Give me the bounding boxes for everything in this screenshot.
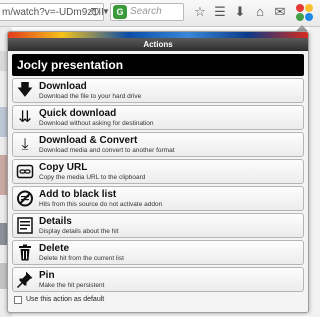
search-input[interactable]: G Search: [110, 3, 184, 21]
browser-toolbar: m/watch?v=-UDm9zTIP ↻ ▼ G Search ☆ ☰ ⬇ ⌂…: [0, 0, 320, 27]
details-icon: [16, 216, 34, 235]
reload-icon[interactable]: ↻: [88, 5, 102, 19]
action-description: Display details about the hit: [39, 228, 119, 235]
panel-header: Actions: [8, 38, 308, 51]
blacklist-icon: [16, 189, 34, 208]
search-placeholder: Search: [130, 6, 162, 17]
action-label: Download & Convert: [39, 135, 138, 146]
action-label: Add to black list: [39, 189, 117, 200]
action-label: Delete: [39, 243, 70, 254]
action-label: Quick download: [39, 108, 117, 119]
video-downloader-addon-icon[interactable]: [296, 4, 314, 22]
home-icon[interactable]: ⌂: [252, 4, 268, 20]
download-arrow-icon: 🡇: [16, 82, 34, 99]
action-label: Copy URL: [39, 162, 88, 173]
chat-icon[interactable]: ✉: [272, 4, 288, 20]
action-description: Delete hit from the current list: [39, 255, 124, 262]
bookmarks-list-icon[interactable]: ☰: [212, 4, 228, 20]
action-description: Hits from this source do not activate ad…: [39, 201, 163, 208]
action-download[interactable]: 🡇 Download Download the file to your har…: [12, 78, 304, 103]
action-blacklist[interactable]: Add to black list Hits from this source …: [12, 186, 304, 211]
page-background-right: [309, 27, 320, 317]
action-description: Copy the media URL to the clipboard: [39, 174, 146, 181]
bookmark-star-icon[interactable]: ☆: [192, 4, 208, 20]
action-label: Download: [39, 81, 87, 92]
action-details[interactable]: Details Display details about the hit: [12, 213, 304, 238]
action-delete[interactable]: Delete Delete hit from the current list: [12, 240, 304, 265]
pin-icon: [16, 270, 34, 289]
trash-icon: [16, 243, 34, 262]
download-convert-icon: ⤓: [21, 136, 29, 153]
quick-download-icon: ⇊: [18, 109, 32, 126]
actions-panel: Actions Jocly presentation 🡇 Download Do…: [7, 31, 309, 313]
default-action-label: Use this action as default: [26, 296, 105, 303]
action-description: Download media and convert to another fo…: [39, 147, 175, 154]
action-description: Download the file to your hard drive: [39, 93, 142, 100]
action-label: Details: [39, 216, 72, 227]
hit-title: Jocly presentation: [12, 54, 304, 76]
action-description: Download without asking for destination: [39, 120, 154, 127]
action-quick-download[interactable]: ⇊ Quick download Download without asking…: [12, 105, 304, 130]
action-pin[interactable]: Pin Make the hit persistent: [12, 267, 304, 292]
action-label: Pin: [39, 270, 55, 281]
action-copy-url[interactable]: Copy URL Copy the media URL to the clipb…: [12, 159, 304, 184]
action-description: Make the hit persistent: [39, 282, 105, 289]
link-icon: [16, 162, 34, 181]
default-action-checkbox[interactable]: [14, 296, 22, 304]
search-engine-icon[interactable]: G: [113, 5, 127, 19]
action-download-convert[interactable]: ⤓ Download & Convert Download media and …: [12, 132, 304, 157]
downloads-icon[interactable]: ⬇: [232, 4, 248, 20]
